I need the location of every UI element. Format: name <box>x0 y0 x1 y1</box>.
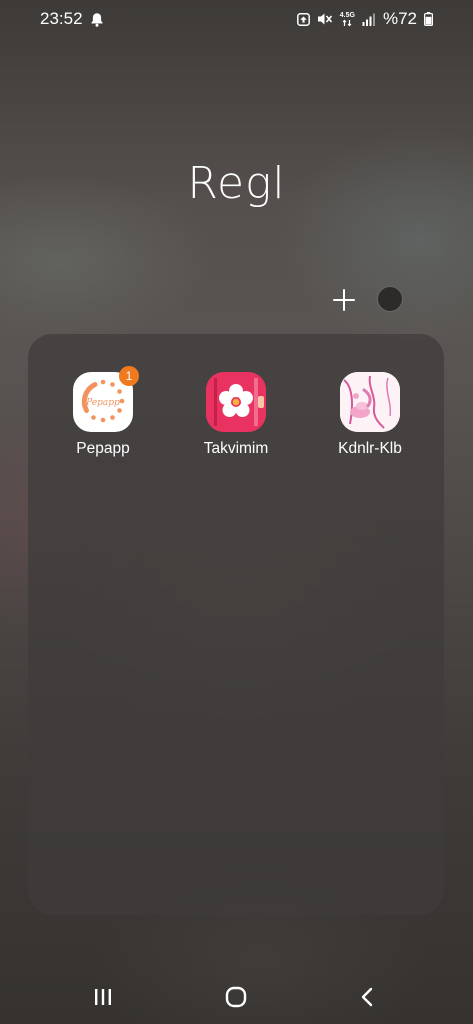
status-time: 23:52 <box>40 9 83 28</box>
battery-icon <box>424 12 433 26</box>
app-label-takvimim: Takvimim <box>203 440 269 457</box>
navigation-bar <box>0 968 473 1024</box>
status-bar-right: 4.5G %72 <box>296 9 433 29</box>
status-bar-left: 23:52 <box>40 9 104 29</box>
app-kdnlr-klb[interactable]: Kdnlr-Klb <box>315 372 425 458</box>
app-label-kdnlr-klb: Kdnlr-Klb <box>338 440 402 457</box>
home-button[interactable] <box>221 982 251 1012</box>
recents-button[interactable] <box>88 982 118 1012</box>
data-saver-icon <box>296 12 310 26</box>
takvimim-icon <box>206 372 266 432</box>
signal-strength-icon <box>362 13 376 26</box>
network-type-label: 4.5G <box>339 11 355 19</box>
add-apps-button[interactable] <box>330 286 358 314</box>
pepapp-icon-text: Pepapp <box>85 398 120 408</box>
recents-icon <box>92 987 114 1007</box>
mute-icon <box>317 12 333 26</box>
folder-panel: Pepapp 1 Pepapp Takvimim Kdnlr-Klb <box>28 334 444 915</box>
battery-percentage: %72 <box>382 9 417 28</box>
back-icon <box>358 986 378 1008</box>
kdnlr-klb-icon <box>340 372 400 432</box>
back-button[interactable] <box>353 982 383 1012</box>
home-icon <box>224 985 248 1009</box>
notification-badge: 1 <box>119 366 139 386</box>
network-type-icon: 4.5G <box>340 12 355 27</box>
status-bar: 23:52 4.5G %72 <box>0 0 473 38</box>
folder-color-button[interactable] <box>377 286 403 312</box>
app-takvimim[interactable]: Takvimim <box>181 372 291 458</box>
folder-title[interactable]: Regl <box>0 158 473 209</box>
app-label-pepapp: Pepapp <box>76 440 130 457</box>
app-pepapp[interactable]: Pepapp 1 Pepapp <box>48 366 158 458</box>
notification-bell-icon <box>90 12 104 27</box>
pepapp-icon: Pepapp 1 <box>73 366 139 432</box>
